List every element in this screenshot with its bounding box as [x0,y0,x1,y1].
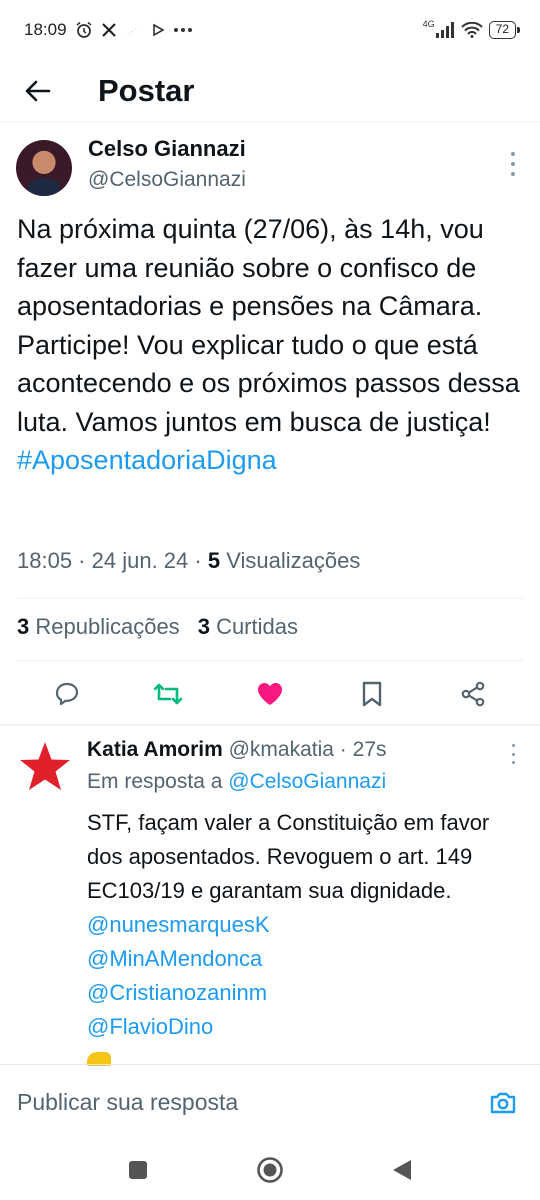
bookmark-button[interactable] [350,672,394,716]
dot [511,172,515,176]
tweet-date[interactable]: 24 jun. 24 [92,548,189,573]
bookmark-icon [362,681,381,707]
reposts-count: 3 [17,614,30,639]
reply-to-line: Em resposta a @CelsoGiannazi [87,770,386,794]
back-nav-button[interactable] [382,1150,422,1190]
share-icon [461,681,485,707]
home-button[interactable] [250,1150,290,1190]
reposts-stat[interactable]: 3 Republicações [17,614,180,640]
share-button[interactable] [451,672,495,716]
reposts-label: Republicações [35,614,180,639]
retweet-button[interactable] [146,672,190,716]
tweet-text: Na próxima quinta (27/06), às 14h, vou f… [17,210,527,480]
author-name[interactable]: Celso Giannazi [88,136,246,162]
tweet-body: Na próxima quinta (27/06), às 14h, vou f… [17,214,520,437]
dot [511,162,515,166]
tweet-actions [0,668,540,720]
tweet-stats: 3 Republicações 3 Curtidas [17,614,298,640]
dot [511,152,515,156]
mention-link[interactable]: @nunesmarquesK [87,912,270,937]
dot [511,752,515,756]
reply-button[interactable] [45,672,89,716]
arrow-left-icon [25,80,51,101]
alarm-icon [75,21,93,39]
reply-more-options-button[interactable] [508,744,518,764]
likes-stat[interactable]: 3 Curtidas [198,614,298,640]
tweet-time[interactable]: 18:05 [17,548,72,573]
send-notification-icon [125,23,143,37]
more-options-button[interactable] [508,152,518,176]
page-title: Postar [98,72,195,108]
retweet-icon [154,683,183,705]
divider [17,660,524,661]
comment-icon [55,682,78,706]
play-notification-icon [151,23,165,37]
network-type: 4G [422,19,435,29]
reply-author-name[interactable]: Katia Amorim [87,738,223,761]
like-button[interactable] [248,672,292,716]
divider [17,598,524,599]
wifi-icon [460,22,483,38]
reply-author-handle[interactable]: @kmakatia [229,738,334,761]
mention-link[interactable]: @FlavioDino [87,1014,213,1039]
tweet-meta: 18:05 · 24 jun. 24 · 5 Visualizações [17,548,361,573]
more-notifications-icon [173,27,193,33]
circle-icon [257,1157,283,1183]
mention-link[interactable]: @Cristianozaninm [87,980,267,1005]
views-count: 5 [207,548,221,573]
views-label: Visualizações [226,548,361,573]
main-tweet: Celso Giannazi @CelsoGiannazi [0,122,540,198]
separator: · [333,738,353,761]
reply-input[interactable] [17,1089,483,1116]
likes-count: 3 [197,614,210,639]
heart-icon [257,683,282,705]
reply-tweet[interactable]: Katia Amorim @kmakatia · 27s Em resposta… [0,726,540,1066]
likes-label: Curtidas [216,614,298,639]
reply-body: STF, façam valer a Constituição em favor… [87,810,490,903]
dot [511,761,515,764]
camera-icon [490,1092,516,1113]
recents-button[interactable] [118,1150,158,1190]
reply-age: 27s [352,738,387,761]
back-button[interactable] [8,63,68,119]
page-header: Postar [0,60,540,122]
reply-header: Katia Amorim @kmakatia · 27s [87,738,387,762]
reply-to-prefix: Em resposta a [87,770,223,793]
cell-signal-icon: 4G [422,19,455,38]
battery-indicator: 72 [488,21,521,39]
dot [511,744,515,747]
mention-link[interactable]: @MinAMendonca [87,946,262,971]
status-time: 18:09 [24,20,67,39]
star-avatar[interactable] [18,740,72,794]
system-nav-bar [0,1140,540,1200]
camera-button[interactable] [483,1083,523,1123]
hashtag-link[interactable]: #AposentadoriaDigna [17,445,277,475]
triangle-back-icon [393,1160,411,1180]
tweet-author-row: Celso Giannazi @CelsoGiannazi [0,122,540,198]
reply-to-handle[interactable]: @CelsoGiannazi [228,770,386,793]
avatar[interactable] [16,140,72,196]
square-icon [129,1161,147,1179]
reply-composer [0,1064,540,1140]
reply-text: STF, façam valer a Constituição em favor… [87,806,517,1066]
status-bar: 18:09 4G 72 [0,0,540,60]
x-app-icon [101,22,117,38]
author-handle[interactable]: @CelsoGiannazi [88,168,246,192]
